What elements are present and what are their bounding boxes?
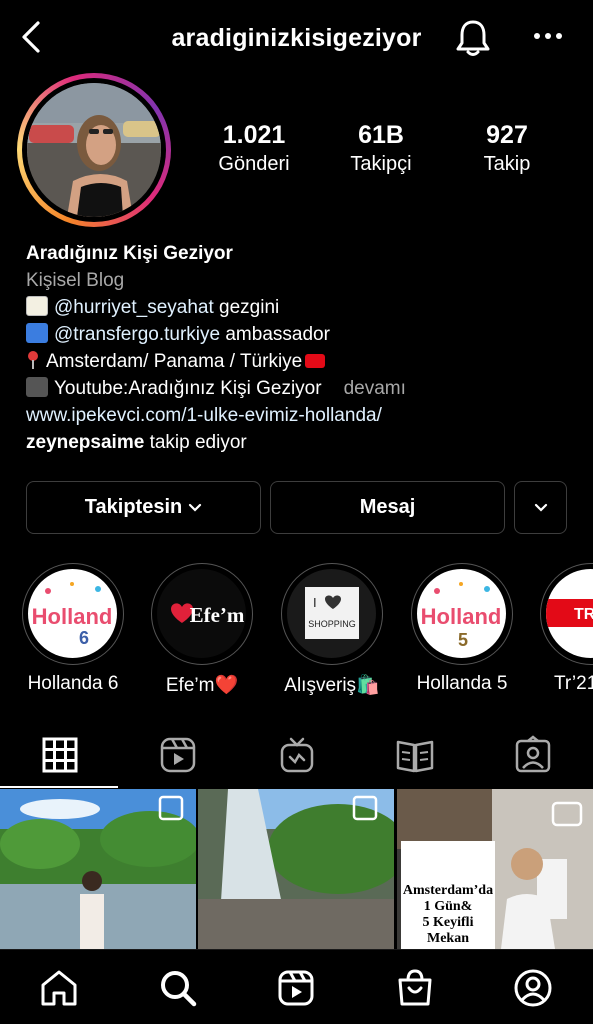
highlight-cover-title: TR’2 (574, 606, 593, 623)
bio-line-2-text: ambassador (220, 324, 330, 345)
pin-emoji-icon (26, 350, 40, 370)
post-cover-text: Amsterdam’da 1 Gün& 5 Keyifli Mekan (402, 883, 494, 946)
following-button[interactable]: Takiptesin (26, 481, 261, 534)
followers-label: Takipçi (350, 153, 412, 175)
followed-by-text: takip ediyor (144, 432, 247, 453)
profile-tabs (0, 725, 593, 789)
following-count: 927 (486, 121, 528, 149)
memo-emoji-icon (26, 296, 48, 316)
highlight-cover: TR’2 (546, 569, 593, 658)
bell-icon[interactable] (455, 18, 491, 58)
followed-by-username: zeynepsaime (26, 432, 145, 453)
bio-mention-hurriyet[interactable]: @hurriyet_seyahat (54, 297, 214, 318)
highlight-cover-number: 6 (79, 628, 89, 648)
posts-grid: Amsterdam’da 1 Gün& 5 Keyifli Mekan (0, 789, 593, 949)
profile-icon[interactable] (513, 968, 553, 1008)
highlight-cover: I SHOPPING (287, 569, 376, 658)
followers-count: 61B (358, 121, 404, 149)
active-tab-indicator (0, 786, 118, 788)
highlight-item[interactable]: Efe’m Efe’m❤️ (150, 563, 254, 697)
shop-icon[interactable] (395, 968, 435, 1008)
highlight-cover-number: 5 (458, 630, 468, 650)
grid-post[interactable] (198, 789, 394, 949)
profile-header: aradiginizkisigeziyor (0, 0, 593, 78)
igtv-icon[interactable] (277, 735, 317, 775)
shuffle-emoji-icon (26, 323, 48, 343)
bio-youtube-text: Youtube:Aradığınız Kişi Geziyor (54, 378, 322, 399)
bio-line-4: Youtube:Aradığınız Kişi Geziyor devamı (26, 375, 586, 402)
reels-icon[interactable] (276, 968, 316, 1008)
highlight-cover-title: SHOPPING (308, 619, 356, 629)
chevron-down-icon (189, 503, 202, 512)
avatar (27, 83, 161, 217)
svg-text:I: I (313, 595, 317, 610)
followers-stat[interactable]: 61B Takipçi (326, 120, 436, 178)
bio-mention-transfergo[interactable]: @transfergo.turkiye (54, 324, 220, 345)
bio-line-2: @transfergo.turkiye ambassador (26, 321, 586, 348)
following-label: Takip (483, 153, 531, 175)
more-dots-icon[interactable] (532, 26, 564, 46)
posts-stat[interactable]: 1.021 Gönderi (199, 120, 309, 178)
profile-bio: Aradığınız Kişi Geziyor Kişisel Blog @hu… (26, 240, 586, 456)
search-icon[interactable] (158, 968, 198, 1008)
followed-by[interactable]: zeynepsaime takip ediyor (26, 429, 586, 456)
following-stat[interactable]: 927 Takip (452, 120, 562, 178)
highlight-item[interactable]: Holland 5 Hollanda 5 (410, 563, 514, 695)
highlight-item[interactable]: TR’2 Tr’21 (540, 563, 593, 695)
reels-icon[interactable] (158, 735, 198, 775)
grid-post[interactable] (0, 789, 196, 949)
highlight-item[interactable]: Holland 6 Hollanda 6 (21, 563, 125, 695)
chevron-down-icon (534, 503, 547, 512)
suggested-accounts-button[interactable] (514, 481, 567, 534)
bottom-navigation (0, 949, 593, 1024)
highlight-label: Efe’m❤️ (165, 675, 239, 696)
highlight-cover-title: Efe’m (190, 603, 245, 627)
following-button-label: Takiptesin (84, 496, 183, 518)
profile-display-name: Aradığınız Kişi Geziyor (26, 243, 233, 264)
grid-icon[interactable] (40, 735, 80, 775)
highlight-cover-title: Holland (32, 604, 113, 629)
bio-line-1-text: gezgini (213, 297, 280, 318)
bio-location-text: Amsterdam/ Panama / Türkiye (46, 351, 303, 372)
posts-count: 1.021 (222, 121, 286, 149)
bio-more-link[interactable]: devamı (344, 378, 406, 399)
message-button-label: Mesaj (359, 496, 416, 518)
turkey-flag-icon (305, 354, 326, 368)
profile-avatar-story-ring[interactable] (17, 73, 171, 227)
tagged-icon[interactable] (513, 735, 553, 775)
camera-emoji-icon (26, 377, 48, 397)
posts-label: Gönderi (218, 153, 290, 175)
highlight-label: Tr’21 (554, 673, 593, 694)
grid-post[interactable]: Amsterdam’da 1 Gün& 5 Keyifli Mekan (397, 789, 593, 949)
bio-line-3: Amsterdam/ Panama / Türkiye (26, 348, 586, 375)
guides-icon[interactable] (395, 735, 435, 775)
highlight-label: Hollanda 5 (416, 673, 508, 694)
highlight-cover-title: Holland (421, 604, 502, 629)
highlight-label: Hollanda 6 (27, 673, 119, 694)
home-icon[interactable] (39, 968, 79, 1008)
profile-website-link[interactable]: www.ipekevci.com/1-ulke-evimiz-hollanda/ (26, 402, 586, 429)
avatar-photo (27, 83, 161, 217)
profile-category: Kişisel Blog (26, 270, 125, 291)
bio-line-1: @hurriyet_seyahat gezgini (26, 294, 586, 321)
highlight-cover: Holland 5 (417, 569, 506, 658)
profile-username: aradiginizkisigeziyor (171, 24, 422, 52)
highlight-item[interactable]: I SHOPPING Alışveriş🛍️ (280, 563, 384, 697)
highlight-cover: Holland 6 (28, 569, 117, 658)
highlight-cover: Efe’m (157, 569, 246, 658)
message-button[interactable]: Mesaj (270, 481, 505, 534)
highlight-label: Alışveriş🛍️ (284, 675, 380, 696)
